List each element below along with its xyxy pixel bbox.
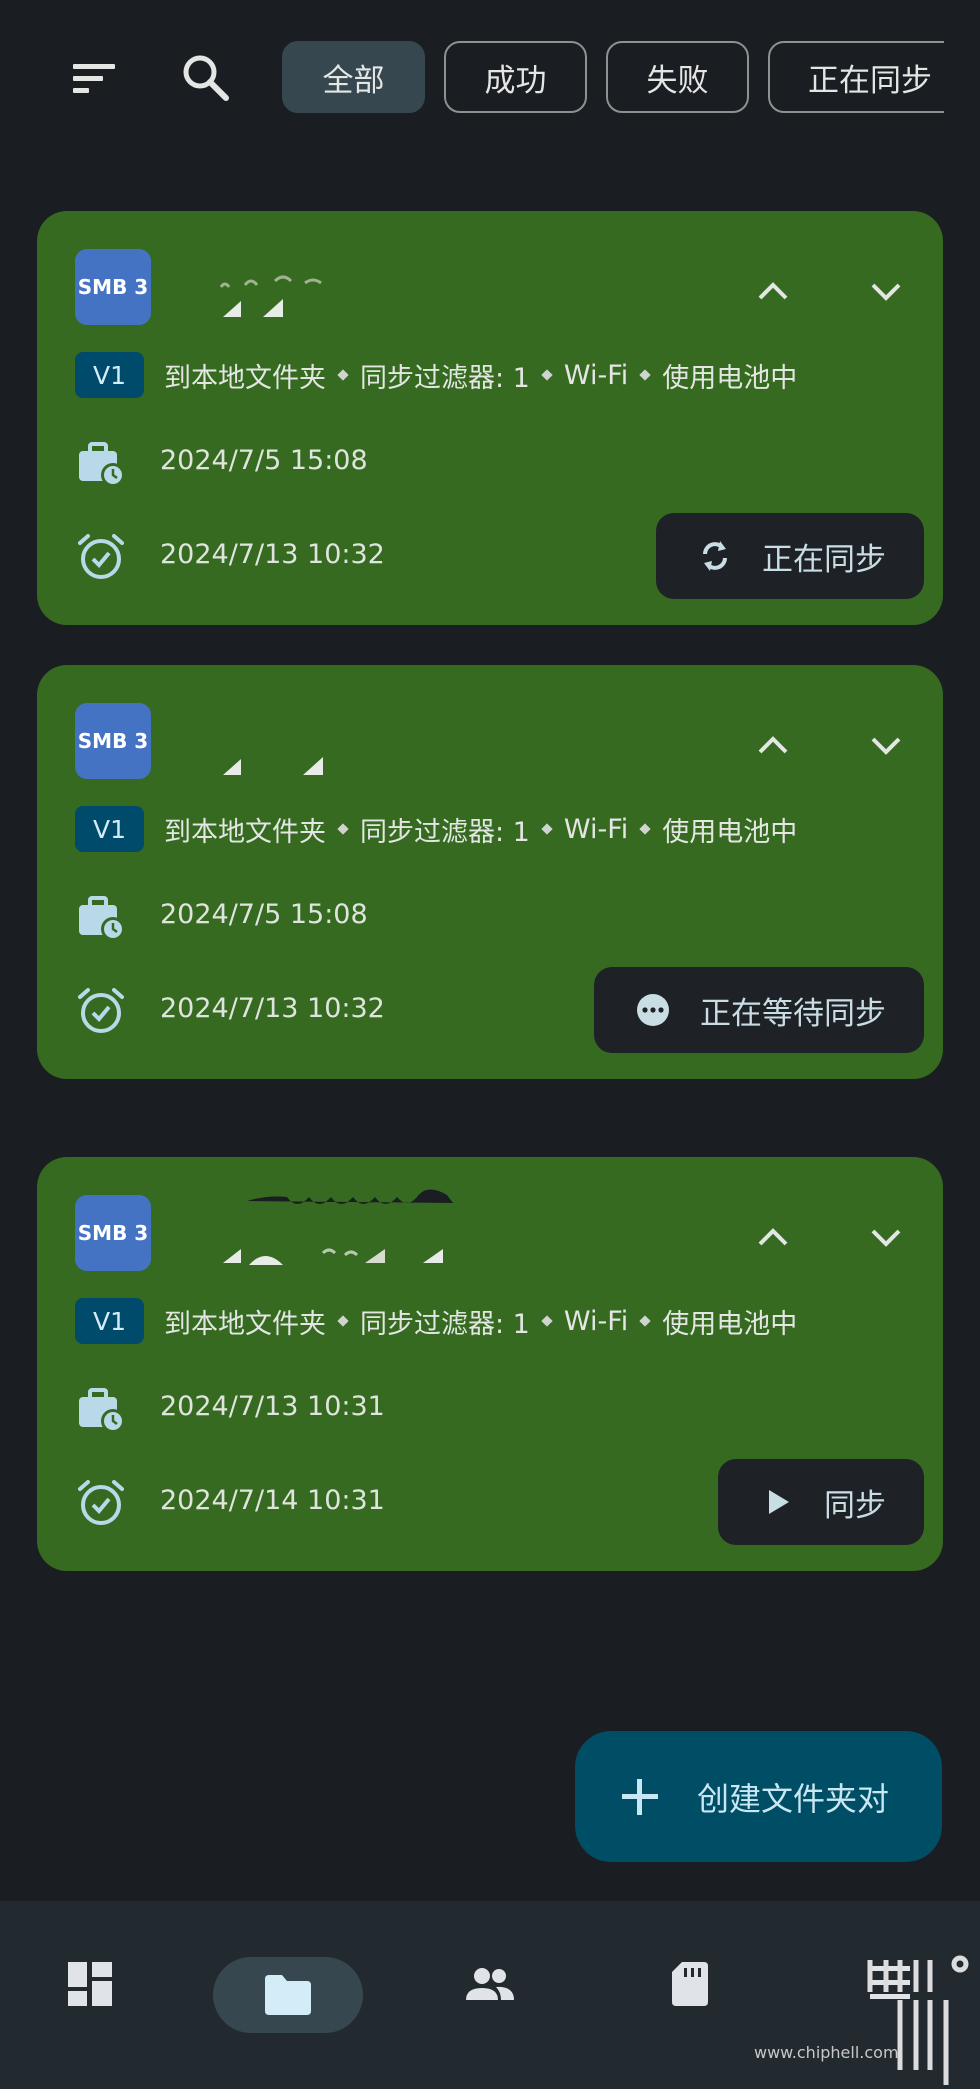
meta-filter: 同步过滤器: 1 <box>360 816 530 848</box>
meta-battery: 使用电池中 <box>662 362 798 394</box>
redacted-name <box>223 1248 443 1265</box>
sync-now-label: 同步 <box>824 1487 886 1524</box>
meta-filter: 同步过滤器: 1 <box>360 362 530 394</box>
folder-pair-card[interactable]: SMB 3 V1 到本地文件夹 同步过滤器: 1 Wi-Fi 使用电池中 202… <box>37 665 943 1079</box>
sort-icon[interactable] <box>68 50 124 106</box>
create-folder-pair-button[interactable]: 创建文件夹对 <box>575 1731 942 1862</box>
plus-icon <box>622 1778 658 1815</box>
folder-pair-card[interactable]: SMB 3 V1 到本地文件夹 同步过滤器: 1 Wi-Fi 使用电池中 202… <box>37 1157 943 1571</box>
waiting-sync-label: 正在等待同步 <box>700 995 886 1032</box>
separator-dot <box>541 369 553 381</box>
separator-dot <box>337 1315 349 1327</box>
syncing-button[interactable]: 正在同步 <box>656 513 924 599</box>
waiting-sync-button[interactable]: 正在等待同步 <box>594 967 924 1053</box>
move-up-icon[interactable] <box>753 725 793 765</box>
meta-direction: 到本地文件夹 <box>164 1308 326 1340</box>
separator-dot <box>639 1315 651 1327</box>
meta-network: Wi-Fi <box>563 359 629 391</box>
next-sync-time: 2024/7/13 10:32 <box>160 539 385 570</box>
protocol-badge: SMB 3 <box>75 249 151 325</box>
sync-options: 到本地文件夹 同步过滤器: 1 Wi-Fi 使用电池中 <box>164 351 904 399</box>
sync-options: 到本地文件夹 同步过滤器: 1 Wi-Fi 使用电池中 <box>164 1297 904 1345</box>
accounts-icon[interactable] <box>462 1956 518 2012</box>
separator-dot <box>639 369 651 381</box>
move-up-icon[interactable] <box>753 1217 793 1257</box>
filter-chip-all[interactable]: 全部 <box>282 41 425 113</box>
briefcase-clock-icon <box>79 1388 125 1433</box>
filter-chips: 全部 成功 失败 正在同步 <box>282 41 944 117</box>
separator-dot <box>541 823 553 835</box>
version-badge: V1 <box>75 806 144 852</box>
chiphell-watermark-logo <box>867 1955 969 2085</box>
meta-network: Wi-Fi <box>563 1305 629 1337</box>
top-bar: 全部 成功 失败 正在同步 <box>0 0 980 160</box>
folder-pair-card[interactable]: SMB 3 V1 到本地文件夹 同步过滤器: 1 Wi-Fi 使用电池中 202… <box>37 211 943 625</box>
nav-folders-active[interactable] <box>213 1957 363 2033</box>
search-icon[interactable] <box>178 50 234 106</box>
folder-icon <box>265 1975 311 2015</box>
redacted-name <box>223 757 323 775</box>
alarm-check-icon <box>78 1480 124 1525</box>
alarm-check-icon <box>78 988 124 1033</box>
sd-card-icon[interactable] <box>662 1956 718 2012</box>
watermark-text: www.chiphell.com <box>754 2043 899 2062</box>
last-sync-time: 2024/7/13 10:31 <box>160 1391 385 1422</box>
syncing-label: 正在同步 <box>762 541 886 578</box>
separator-dot <box>639 823 651 835</box>
separator-dot <box>337 369 349 381</box>
meta-direction: 到本地文件夹 <box>164 362 326 394</box>
last-sync-time: 2024/7/5 15:08 <box>160 899 368 930</box>
protocol-badge: SMB 3 <box>75 703 151 779</box>
sync-options: 到本地文件夹 同步过滤器: 1 Wi-Fi 使用电池中 <box>164 805 904 853</box>
create-folder-pair-label: 创建文件夹对 <box>697 1779 890 1818</box>
briefcase-clock-icon <box>79 442 125 487</box>
move-down-icon[interactable] <box>866 271 906 311</box>
next-sync-time: 2024/7/14 10:31 <box>160 1485 385 1516</box>
meta-network: Wi-Fi <box>563 813 629 845</box>
meta-battery: 使用电池中 <box>662 1308 798 1340</box>
play-icon <box>769 1490 789 1514</box>
next-sync-time: 2024/7/13 10:32 <box>160 993 385 1024</box>
separator-dot <box>541 1315 553 1327</box>
sync-icon <box>703 541 727 571</box>
move-up-icon[interactable] <box>753 271 793 311</box>
filter-chip-failed[interactable]: 失败 <box>606 41 749 113</box>
separator-dot <box>337 823 349 835</box>
dashboard-icon[interactable] <box>62 1956 118 2012</box>
briefcase-clock-icon <box>79 896 125 941</box>
alarm-check-icon <box>78 534 124 579</box>
filter-chip-syncing[interactable]: 正在同步 <box>768 41 944 113</box>
sync-now-button[interactable]: 同步 <box>718 1459 924 1545</box>
meta-filter: 同步过滤器: 1 <box>360 1308 530 1340</box>
filter-chip-success[interactable]: 成功 <box>444 41 587 113</box>
version-badge: V1 <box>75 1298 144 1344</box>
last-sync-time: 2024/7/5 15:08 <box>160 445 368 476</box>
version-badge: V1 <box>75 352 144 398</box>
protocol-badge: SMB 3 <box>75 1195 151 1271</box>
meta-direction: 到本地文件夹 <box>164 816 326 848</box>
redacted-name <box>219 275 322 317</box>
move-down-icon[interactable] <box>866 725 906 765</box>
more-horizontal-circle-icon <box>637 994 669 1026</box>
move-down-icon[interactable] <box>866 1217 906 1257</box>
meta-battery: 使用电池中 <box>662 816 798 848</box>
